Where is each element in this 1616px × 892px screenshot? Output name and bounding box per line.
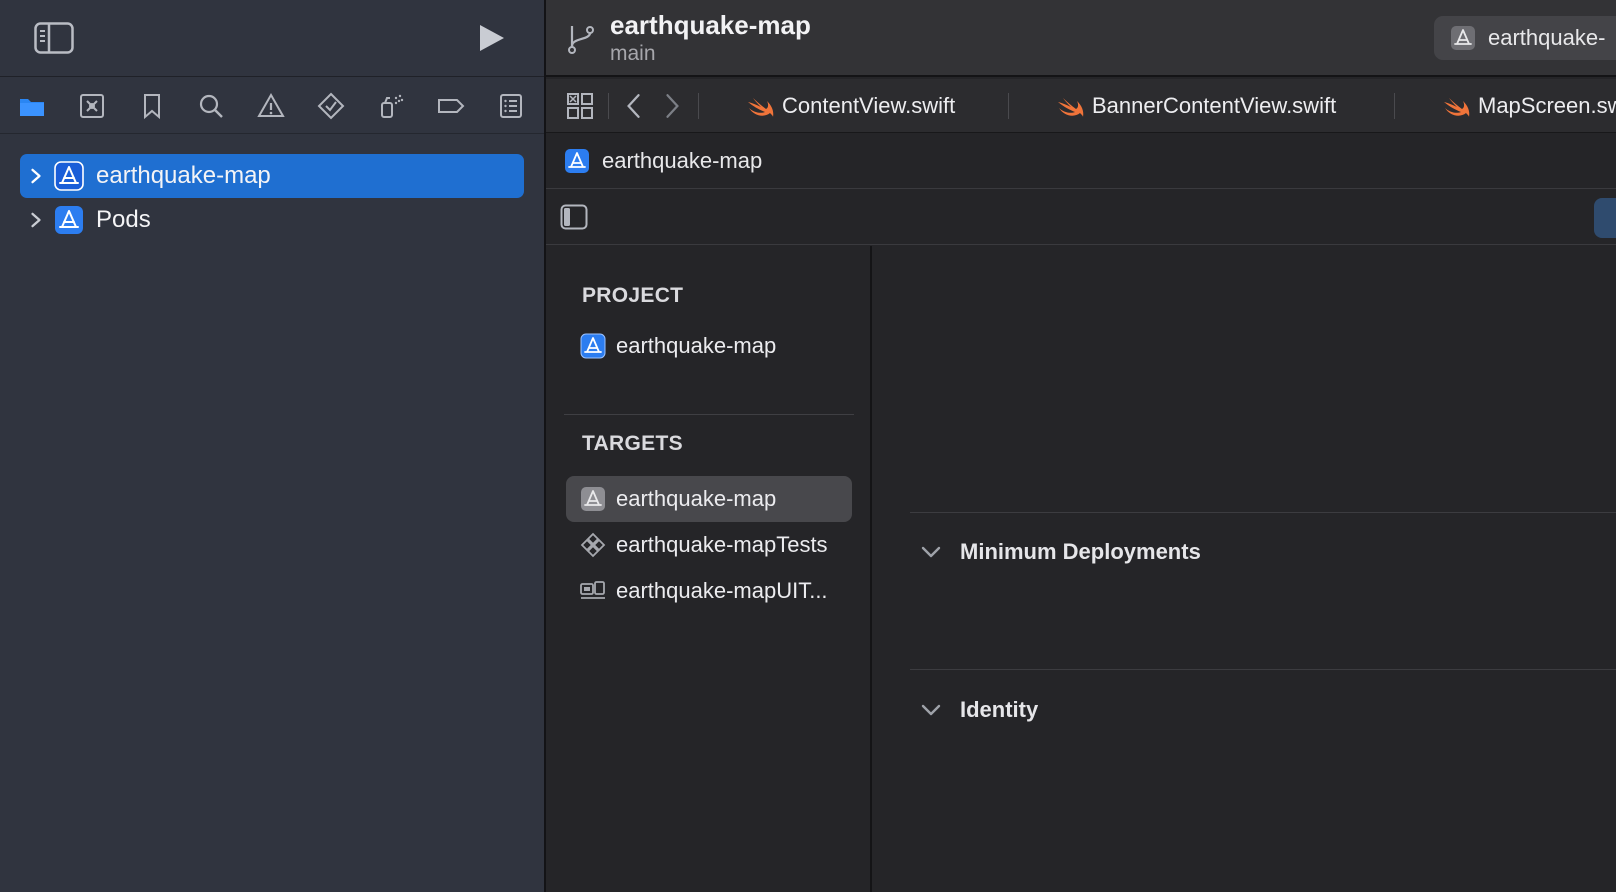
app-target-icon (581, 487, 605, 511)
project-item[interactable]: earthquake-map (566, 323, 852, 369)
target-item-app[interactable]: earthquake-map (566, 476, 852, 522)
group-minimum-deployments[interactable]: Minimum Deployments (920, 539, 1201, 565)
project-targets-list: PROJECT earthquake-map TARGETS earthquak… (546, 246, 872, 892)
tab-label: ContentView.swift (782, 93, 956, 118)
divider (698, 93, 699, 119)
window-title-bar: earthquake-map main earthquake- (546, 0, 1616, 77)
app-project-icon (580, 333, 606, 359)
group-title: Identity (960, 697, 1039, 722)
tree-item-label: Pods (96, 206, 151, 233)
ui-test-target-icon (580, 581, 605, 599)
editor-area: earthquake-map main earthquake- ContentV… (546, 0, 1616, 892)
sidebar-toggle-icon[interactable] (34, 22, 74, 54)
chevron-right-icon[interactable] (20, 154, 52, 198)
warning-icon[interactable] (253, 88, 289, 124)
build-settings-content: Minimum Deployments Identity (874, 246, 1616, 892)
breakpoint-icon[interactable] (433, 88, 469, 124)
divider (1394, 93, 1395, 119)
tab-label: BannerContentView.swift (1092, 93, 1337, 118)
jump-bar-item[interactable]: earthquake-map (602, 148, 762, 174)
app-project-icon (565, 149, 589, 173)
tab-contentview[interactable]: ContentView.swift (746, 79, 955, 133)
unit-test-target-icon (580, 532, 606, 558)
run-button[interactable] (472, 20, 508, 56)
app-target-icon (1451, 26, 1475, 50)
swift-file-icon (1058, 98, 1084, 117)
navigator-toolbar (0, 0, 544, 77)
tab-mapscreen[interactable]: MapScreen.sw (1442, 79, 1616, 133)
target-item-tests[interactable]: earthquake-mapTests (566, 522, 852, 568)
divider (910, 669, 1616, 670)
app-project-icon (55, 206, 83, 234)
branch-name[interactable]: main (610, 42, 656, 66)
navigator-tab-bar (0, 78, 544, 134)
settings-toolbar (546, 190, 1616, 245)
group-title: Minimum Deployments (960, 539, 1201, 564)
chevron-right-icon[interactable] (20, 198, 52, 242)
editor-tab-bar: ContentView.swift BannerContentView.swif… (546, 79, 1616, 133)
jump-bar: earthquake-map (546, 134, 1616, 189)
source-control-icon[interactable] (74, 88, 110, 124)
forward-chevron-icon[interactable] (656, 89, 688, 123)
test-diamond-icon[interactable] (313, 88, 349, 124)
target-item-label: earthquake-mapTests (616, 532, 828, 557)
grid-layout-icon[interactable] (564, 89, 596, 123)
search-icon[interactable] (193, 88, 229, 124)
bookmark-icon[interactable] (134, 88, 170, 124)
settings-tab-selected[interactable] (1594, 198, 1616, 238)
project-navigator: earthquake-map Pods (0, 0, 544, 892)
report-icon[interactable] (493, 88, 529, 124)
group-identity[interactable]: Identity (920, 697, 1038, 723)
project-item-label: earthquake-map (616, 333, 777, 358)
swift-file-icon (748, 98, 774, 117)
target-item-label: earthquake-mapUIT... (616, 578, 828, 603)
divider (1008, 93, 1009, 119)
back-chevron-icon[interactable] (618, 89, 650, 123)
divider (910, 512, 1616, 513)
chevron-down-icon[interactable] (920, 699, 942, 721)
divider (564, 414, 854, 415)
chevron-down-icon[interactable] (920, 541, 942, 563)
project-header: PROJECT (582, 284, 684, 307)
branch-icon (568, 26, 594, 54)
tab-bannercontentview[interactable]: BannerContentView.swift (1056, 79, 1336, 133)
target-item-label: earthquake-map (616, 486, 777, 511)
target-item-uitests[interactable]: earthquake-mapUIT... (566, 568, 852, 614)
tab-label: MapScreen.sw (1478, 93, 1616, 118)
tree-item-label: earthquake-map (96, 162, 271, 189)
scheme-selector[interactable]: earthquake- (1434, 16, 1616, 60)
project-title: earthquake-map (610, 10, 811, 40)
app-project-icon (54, 161, 84, 191)
hide-targets-list-icon[interactable] (560, 204, 588, 230)
swift-file-icon (1444, 98, 1470, 117)
tree-item-earthquake-map[interactable]: earthquake-map (20, 154, 524, 198)
scheme-label: earthquake- (1488, 25, 1606, 50)
play-icon (480, 25, 504, 51)
debug-spray-icon[interactable] (373, 88, 409, 124)
tree-item-pods[interactable]: Pods (20, 198, 524, 242)
targets-header: TARGETS (582, 432, 683, 455)
divider (608, 93, 609, 119)
folder-icon[interactable] (14, 88, 50, 124)
